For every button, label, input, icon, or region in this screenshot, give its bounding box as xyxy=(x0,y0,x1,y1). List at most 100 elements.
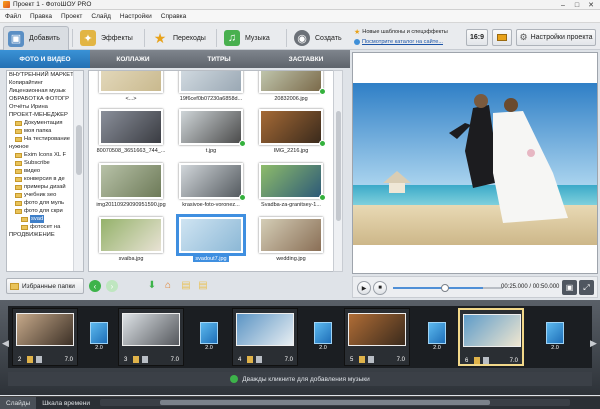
edit-slide-icon[interactable] xyxy=(474,357,480,364)
tree-item[interactable]: фотосет на xyxy=(7,223,83,231)
tree-item[interactable]: На тестирование xyxy=(7,135,83,143)
close-button[interactable]: ✕ xyxy=(584,0,598,10)
thumbnail-item[interactable]: <...> xyxy=(95,71,167,102)
thumbnail-item[interactable]: wedding.jpg xyxy=(255,217,327,262)
add-down-arrow-icon[interactable]: ⬇ xyxy=(146,279,158,291)
transition-block[interactable]: 2.0 xyxy=(546,322,564,351)
tree-item[interactable]: Документация xyxy=(7,119,83,127)
seek-knob[interactable] xyxy=(441,284,449,292)
thumbnail-item[interactable]: 19f6cef0b07230a6858d... xyxy=(175,71,247,102)
aspect-ratio-button[interactable]: 16:9 xyxy=(466,29,488,46)
sound-icon[interactable] xyxy=(256,356,262,363)
forward-icon[interactable]: › xyxy=(106,280,118,292)
menu-project[interactable]: Проект xyxy=(61,13,82,20)
tab-transitions[interactable]: ★ Переходы xyxy=(148,26,214,50)
subtab-collages[interactable]: КОЛЛАЖИ xyxy=(90,50,176,68)
tree-item[interactable]: Копирайтинг xyxy=(7,79,83,87)
transition-block[interactable]: 2.0 xyxy=(428,322,446,351)
tree-item[interactable]: фото для скри xyxy=(7,207,83,215)
play-button[interactable]: ▶ xyxy=(357,281,371,295)
transition-block[interactable]: 2.0 xyxy=(200,322,218,351)
music-note-icon xyxy=(230,375,239,383)
minimize-button[interactable]: – xyxy=(556,0,570,10)
tree-item[interactable]: ПРОЕКТ-МЕНЕДЖЕР xyxy=(7,111,83,119)
tree-item[interactable]: svad xyxy=(7,215,83,223)
folder-icon xyxy=(15,168,22,174)
menu-settings[interactable]: Настройки xyxy=(120,13,152,20)
tree-item[interactable]: Отчёты Ирина xyxy=(7,103,83,111)
thumbnail-item[interactable]: svadout7.jpg xyxy=(175,217,247,264)
tab-music[interactable]: ♫ Музыка xyxy=(220,26,282,50)
thumbnail-item[interactable]: Svadba-za-granitsey-1... xyxy=(255,163,327,208)
thumbnail-item[interactable]: IMG_2216.jpg xyxy=(255,109,327,154)
subtab-intros[interactable]: ЗАСТАВКИ xyxy=(262,50,350,68)
menu-edit[interactable]: Правка xyxy=(30,13,52,20)
fullscreen-button[interactable]: ⤢ xyxy=(579,280,594,295)
tab-timeline[interactable]: Шкала времени xyxy=(36,397,96,409)
background-button[interactable] xyxy=(492,29,512,46)
thumbnail-item[interactable]: krasivoe-foto-voronez... xyxy=(175,163,247,208)
thumbnail-item[interactable]: svaiba.jpg xyxy=(95,217,167,262)
thumbnail-item[interactable]: 80070508_3651663_744_... xyxy=(95,109,167,154)
slide-card[interactable]: 2 7.0 xyxy=(12,308,78,366)
subtab-titles[interactable]: ТИТРЫ xyxy=(176,50,262,68)
tree-item[interactable]: учебник seo xyxy=(7,191,83,199)
scroll-right-icon[interactable]: ▶ xyxy=(590,338,597,349)
edit-slide-icon[interactable] xyxy=(27,356,33,363)
tree-item[interactable]: ПРОДВИЖЕНИЕ xyxy=(7,231,83,239)
tree-item[interactable]: моя папка xyxy=(7,127,83,135)
slide-card[interactable]: 6 7.0 xyxy=(458,308,524,366)
music-track[interactable]: Дважды кликните для добавления музыки xyxy=(8,372,592,386)
scroll-left-icon[interactable]: ◀ xyxy=(2,338,9,349)
sound-icon[interactable] xyxy=(36,356,42,363)
sound-icon[interactable] xyxy=(483,357,489,364)
back-icon[interactable]: ‹ xyxy=(89,280,101,292)
tree-item[interactable]: ВНУТРЕННИЙ МАРКЕТ xyxy=(7,71,83,79)
templates-hint[interactable]: Новые шаблоны и спецэффекты xyxy=(362,29,448,35)
tab-slides[interactable]: Слайды xyxy=(0,397,37,409)
project-settings-button[interactable]: ⚙ Настройки проекта xyxy=(516,29,596,46)
folder-tree-scrollbar[interactable] xyxy=(73,71,83,271)
tree-item[interactable]: ОБРАБОТКА ФОТОГР xyxy=(7,95,83,103)
catalog-link[interactable]: Посмотрите каталог на сайте... xyxy=(362,39,443,45)
subtab-photo-video[interactable]: ФОТО И ВИДЕО xyxy=(0,50,90,68)
tab-effects[interactable]: ✦ Эффекты xyxy=(76,26,142,50)
thumbnail-item[interactable]: img20110929090951590.jpg xyxy=(95,163,167,208)
edit-slide-icon[interactable] xyxy=(359,356,365,363)
tree-item[interactable]: Subscribe xyxy=(7,159,83,167)
slide-card[interactable]: 3 7.0 xyxy=(118,308,184,366)
maximize-button[interactable]: □ xyxy=(570,0,584,10)
slide-card[interactable]: 5 7.0 xyxy=(344,308,410,366)
edit-slide-icon[interactable] xyxy=(247,356,253,363)
menu-help[interactable]: Справка xyxy=(161,13,187,20)
seek-bar[interactable] xyxy=(393,287,483,289)
transition-preview xyxy=(314,322,332,344)
thumbnail-item[interactable]: t.jpg xyxy=(175,109,247,154)
folder-up-icon[interactable]: ▤ xyxy=(180,279,192,291)
folder-add-icon[interactable]: ▤ xyxy=(197,279,209,291)
tree-item[interactable]: фото для муль xyxy=(7,199,83,207)
timeline-scrollbar[interactable] xyxy=(100,399,570,406)
transition-block[interactable]: 2.0 xyxy=(314,322,332,351)
tab-add[interactable]: ▣ Добавить xyxy=(3,26,69,50)
tab-create[interactable]: ◉ Создать xyxy=(290,26,346,50)
thumbnail-item[interactable]: 20832006.jpg xyxy=(255,71,327,102)
menu-slide[interactable]: Слайд xyxy=(91,13,111,20)
favorite-folders-button[interactable]: Избранные папки xyxy=(6,278,84,294)
thumbnail-grid-scrollbar[interactable] xyxy=(333,70,343,272)
transition-block[interactable]: 2.0 xyxy=(90,322,108,351)
edit-slide-icon[interactable] xyxy=(133,356,139,363)
stop-button[interactable]: ■ xyxy=(373,281,387,295)
home-icon[interactable]: ⌂ xyxy=(162,279,174,291)
menu-file[interactable]: Файл xyxy=(5,13,21,20)
tree-item[interactable]: Лицензионная музык xyxy=(7,87,83,95)
tree-item[interactable]: нужное xyxy=(7,143,83,151)
tree-item[interactable]: примеры дизай xyxy=(7,183,83,191)
sound-icon[interactable] xyxy=(368,356,374,363)
sound-icon[interactable] xyxy=(142,356,148,363)
tree-item[interactable]: конверсия в де xyxy=(7,175,83,183)
slide-card[interactable]: 4 7.0 xyxy=(232,308,298,366)
tree-item[interactable]: видео xyxy=(7,167,83,175)
snapshot-button[interactable]: ▣ xyxy=(562,280,577,295)
tree-item[interactable]: Exim Icons XL F xyxy=(7,151,83,159)
